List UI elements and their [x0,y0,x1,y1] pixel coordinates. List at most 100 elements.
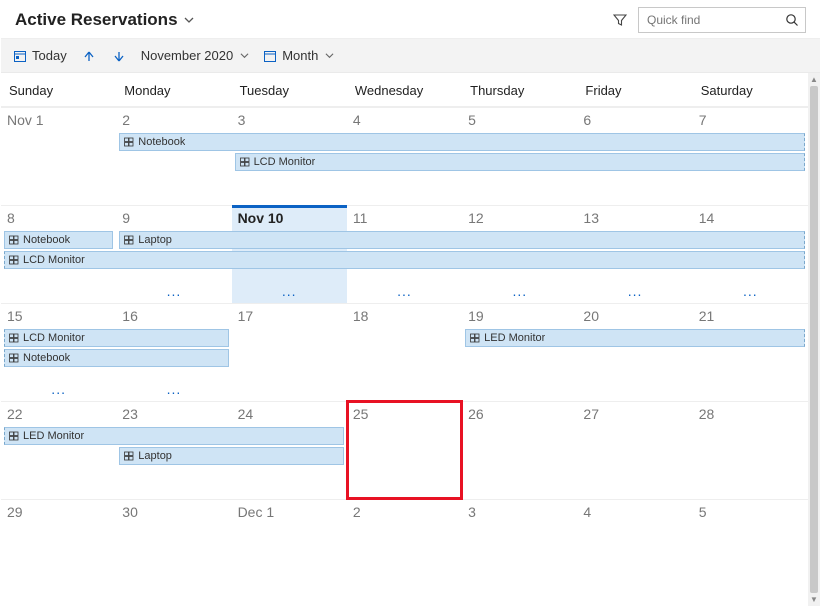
scroll-down-icon[interactable]: ▼ [808,593,820,606]
day-header: Thursday [462,73,577,106]
date-number: 5 [699,504,802,520]
app-root: Active Reservations Today [0,0,821,607]
calendar-event[interactable]: Notebook [119,133,805,151]
date-number: 2 [353,504,456,520]
event-label: Laptop [138,450,172,462]
scroll-thumb[interactable] [810,86,818,593]
search-input[interactable] [645,12,775,28]
calendar-toolbar: Today November 2020 Month [1,39,820,73]
event-label: Notebook [138,136,185,148]
vertical-scrollbar[interactable]: ▲ ▼ [808,73,820,606]
calendar-icon [263,49,277,63]
event-label: LED Monitor [484,332,545,344]
reservation-icon [124,235,134,245]
calendar-cell[interactable]: 30 [116,499,231,597]
calendar-cell[interactable]: 29 [1,499,116,597]
date-number: 28 [699,406,802,422]
prev-button[interactable] [81,50,97,62]
calendar-event[interactable]: LCD Monitor [4,329,229,347]
date-number: 13 [583,210,686,226]
calendar-event[interactable]: Notebook [4,349,229,367]
reservation-icon [470,333,480,343]
calendar-cell[interactable]: 2 [116,107,231,205]
date-number: 3 [238,112,341,128]
event-label: LED Monitor [23,430,84,442]
more-events-button[interactable]: ... [628,283,643,299]
today-button[interactable]: Today [13,48,67,63]
next-button[interactable] [111,50,127,62]
more-events-button[interactable]: ... [282,283,297,299]
date-number: 14 [699,210,802,226]
event-label: LCD Monitor [23,254,85,266]
reservation-icon [9,353,19,363]
calendar-cell[interactable]: 26 [462,401,577,499]
date-number: 30 [122,504,225,520]
calendar-cell[interactable]: 4 [577,499,692,597]
arrow-down-icon [113,50,125,62]
more-events-button[interactable]: ... [167,283,182,299]
calendar-event[interactable]: Laptop [119,231,805,249]
date-number: 2 [122,112,225,128]
calendar-cell[interactable]: 22 [1,401,116,499]
today-indicator-bar [232,205,347,208]
date-number: 22 [7,406,110,422]
filter-icon[interactable] [612,12,628,28]
date-number: 11 [353,210,456,226]
day-header: Saturday [693,73,808,106]
more-events-button[interactable]: ... [512,283,527,299]
calendar-cell[interactable]: Dec 1 [232,499,347,597]
reservation-icon [240,157,250,167]
search-icon[interactable] [785,13,799,27]
date-number: 8 [7,210,110,226]
reservation-icon [124,137,134,147]
calendar-event[interactable]: LCD Monitor [4,251,805,269]
search-box[interactable] [638,7,806,33]
calendar-cell[interactable]: 28 [693,401,808,499]
more-events-button[interactable]: ... [167,381,182,397]
scroll-track[interactable] [808,86,820,593]
event-label: Laptop [138,234,172,246]
view-selector[interactable]: Active Reservations [15,10,194,30]
calendar-event[interactable]: Laptop [119,447,344,465]
date-number: 3 [468,504,571,520]
more-events-button[interactable]: ... [397,283,412,299]
calendar-cell[interactable]: 19 [462,303,577,401]
event-label: Notebook [23,352,70,364]
calendar-cell[interactable]: 3 [462,499,577,597]
date-number: 18 [353,308,456,324]
date-number: 24 [238,406,341,422]
date-number: 9 [122,210,225,226]
calendar-cell[interactable]: Nov 1 [1,107,116,205]
date-number: 21 [699,308,802,324]
date-number: Dec 1 [238,504,341,520]
calendar-event[interactable]: Notebook [4,231,113,249]
date-number: 4 [353,112,456,128]
more-events-button[interactable]: ... [743,283,758,299]
reservation-icon [9,255,19,265]
date-number: 15 [7,308,110,324]
date-number: 27 [583,406,686,422]
calendar-cell[interactable]: 27 [577,401,692,499]
event-label: LCD Monitor [254,156,316,168]
calendar-cell[interactable]: 18 [347,303,462,401]
calendar-cell[interactable]: 25 [347,401,462,499]
scroll-up-icon[interactable]: ▲ [808,73,820,86]
month-year-picker[interactable]: November 2020 [141,48,250,63]
day-header: Wednesday [347,73,462,106]
header-actions [612,7,806,33]
date-number: 17 [238,308,341,324]
calendar-event[interactable]: LED Monitor [4,427,344,445]
calendar-event[interactable]: LED Monitor [465,329,805,347]
calendar-cell[interactable]: 17 [232,303,347,401]
calendar-cell[interactable]: 5 [693,499,808,597]
more-events-button[interactable]: ... [51,381,66,397]
view-mode-picker[interactable]: Month [263,48,334,63]
calendar-cell[interactable]: 21 [693,303,808,401]
date-number: 16 [122,308,225,324]
calendar-cell[interactable]: 2 [347,499,462,597]
chevron-down-icon [184,15,194,25]
calendar-cell[interactable]: 20 [577,303,692,401]
date-number: 6 [583,112,686,128]
calendar-event[interactable]: LCD Monitor [235,153,805,171]
page-header: Active Reservations [1,1,820,39]
